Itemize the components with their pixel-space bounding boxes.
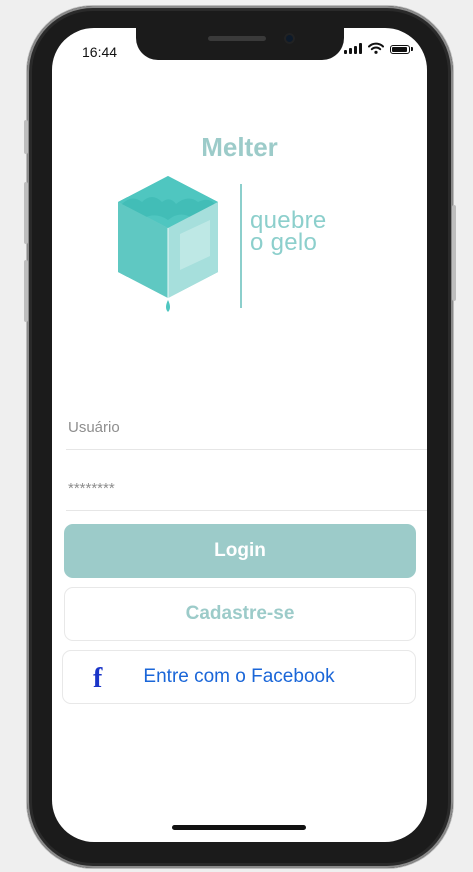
wifi-icon — [368, 42, 384, 54]
facebook-icon: f — [93, 663, 103, 694]
password-field — [66, 466, 427, 511]
username-field — [66, 405, 427, 450]
login-button[interactable]: Login — [64, 524, 416, 578]
app-title: Melter — [201, 132, 278, 162]
home-indicator — [172, 825, 306, 830]
power-button — [452, 205, 456, 301]
tagline-line-2: o gelo — [250, 229, 318, 256]
password-input[interactable] — [66, 466, 427, 510]
status-time: 16:44 — [82, 44, 118, 60]
volume-down-button — [24, 260, 28, 322]
battery-tip — [411, 47, 413, 51]
signup-button-label: Cadastre-se — [185, 603, 295, 624]
login-button-label: Login — [214, 540, 266, 561]
username-input[interactable] — [66, 405, 427, 449]
tagline: quebre o gelo — [250, 209, 327, 256]
signup-button[interactable]: Cadastre-se — [64, 587, 416, 641]
facebook-login-button[interactable]: f Entre com o Facebook — [62, 650, 416, 704]
notch — [136, 28, 344, 60]
speaker-grille — [208, 36, 266, 41]
volume-up-button — [24, 182, 28, 244]
signal-icon — [344, 43, 362, 54]
ice-cube-logo-icon — [118, 176, 242, 312]
battery-icon — [390, 45, 410, 54]
status-icons — [344, 42, 413, 54]
camera-icon — [284, 33, 295, 44]
app-screen: 16:44 Melter quebre o gelo Usuário *****… — [52, 28, 427, 842]
mute-switch — [24, 120, 28, 154]
facebook-button-label: Entre com o Facebook — [143, 666, 335, 687]
